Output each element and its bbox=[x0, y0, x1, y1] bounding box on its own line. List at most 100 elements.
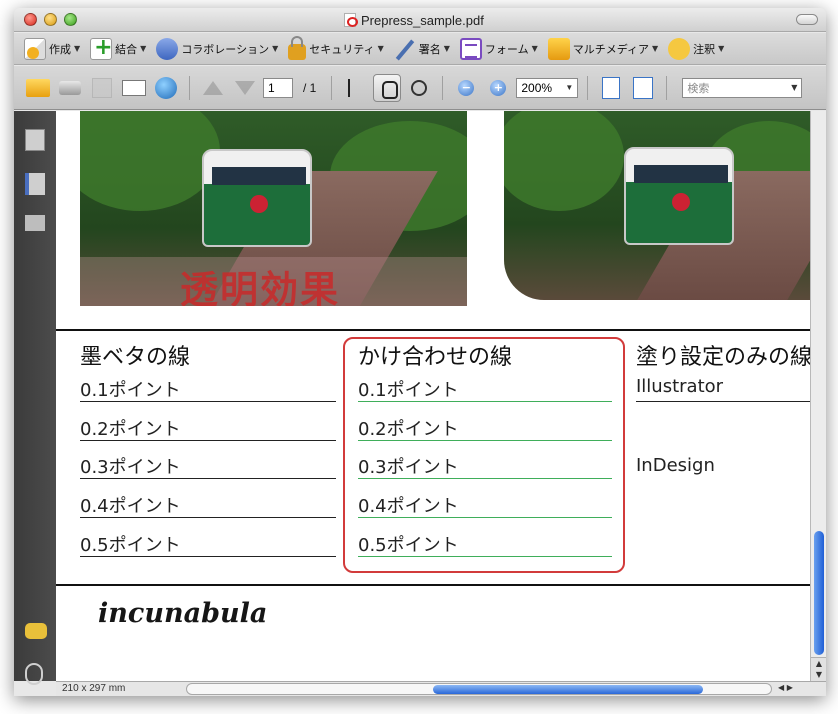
toolbar-toggle-button[interactable] bbox=[796, 14, 818, 25]
incunabula-logo: incunabula bbox=[98, 598, 268, 629]
tram-photo-rounded bbox=[504, 111, 810, 300]
pdf-file-icon bbox=[344, 13, 358, 27]
lock-icon bbox=[288, 35, 307, 60]
stroke-sample bbox=[80, 517, 336, 518]
collaborate-icon bbox=[156, 37, 179, 60]
upload-button[interactable] bbox=[152, 74, 180, 102]
column-heading-overprint: かけ合わせの線 bbox=[358, 345, 513, 370]
form-icon bbox=[459, 37, 482, 60]
zoom-out-button[interactable]: − bbox=[452, 74, 480, 102]
tram-car bbox=[624, 147, 734, 245]
zoom-in-button[interactable]: + bbox=[484, 74, 512, 102]
collaborate-label: コラボレーション bbox=[181, 42, 270, 56]
row-label: InDesign bbox=[636, 455, 715, 476]
stroke-sample bbox=[636, 401, 810, 402]
sign-menu-button[interactable]: 署名 ▼ bbox=[394, 38, 450, 60]
chevron-down-icon: ▼ bbox=[443, 44, 450, 53]
next-page-button[interactable] bbox=[231, 74, 259, 102]
page-number-input[interactable]: 1 bbox=[263, 77, 293, 98]
row-label: 0.4ポイント bbox=[80, 496, 181, 517]
row-label: 0.3ポイント bbox=[358, 457, 459, 478]
zoom-window-button[interactable] bbox=[64, 13, 77, 26]
combine-icon bbox=[90, 35, 113, 60]
stroke-sample bbox=[80, 556, 336, 557]
printer-icon bbox=[59, 80, 81, 95]
save-button[interactable] bbox=[88, 74, 116, 102]
select-tool-button[interactable] bbox=[341, 74, 369, 102]
comment-menu-button[interactable]: 注釈 ▼ bbox=[668, 37, 724, 60]
toolbar-divider bbox=[666, 75, 668, 100]
tram-emblem bbox=[672, 193, 690, 211]
tram-window bbox=[212, 167, 306, 185]
row-label: 0.3ポイント bbox=[80, 457, 181, 478]
chevron-down-icon: ▼ bbox=[565, 83, 574, 92]
document-view[interactable]: 透明効果 墨ベタの線 0.1ポイント 0.2ポイント 0.3ポイント 0.4ポイ… bbox=[56, 111, 810, 681]
transparency-effect-text: 透明効果 bbox=[180, 268, 341, 306]
text-cursor-icon bbox=[348, 78, 362, 97]
search-input[interactable]: 検索 ▼ bbox=[682, 77, 803, 98]
security-menu-button[interactable]: セキュリティ ▼ bbox=[288, 35, 384, 60]
fit-width-icon bbox=[602, 76, 621, 99]
row-label: Illustrator bbox=[636, 376, 724, 397]
fit-width-button[interactable] bbox=[597, 74, 625, 102]
row-label: 0.1ポイント bbox=[80, 380, 181, 401]
stroke-sample bbox=[80, 401, 336, 402]
status-bar: 210 x 297 mm ◀ ▶ bbox=[56, 681, 826, 696]
toolbar-divider bbox=[189, 75, 190, 100]
email-button[interactable] bbox=[120, 74, 148, 102]
scroll-arrows[interactable]: ▲ ▼ bbox=[811, 657, 826, 681]
marquee-zoom-button[interactable] bbox=[405, 74, 433, 102]
create-menu-button[interactable]: 作成 ▼ bbox=[24, 37, 80, 60]
navigation-pane bbox=[14, 111, 56, 685]
stroke-sample bbox=[358, 517, 612, 518]
zoom-level-value: 200% bbox=[521, 80, 553, 95]
row-label: 0.4ポイント bbox=[358, 496, 459, 517]
toolbar-divider bbox=[331, 75, 333, 100]
fit-page-button[interactable] bbox=[629, 74, 657, 102]
chevron-down-icon: ▼ bbox=[377, 44, 384, 53]
horizontal-scroll-thumb[interactable] bbox=[433, 685, 703, 694]
hand-tool-button[interactable] bbox=[373, 73, 402, 102]
vertical-scrollbar[interactable]: ▲ ▼ bbox=[810, 111, 826, 681]
chevron-down-icon: ▼ bbox=[272, 44, 279, 53]
horizontal-scroll-arrows[interactable]: ◀ ▶ bbox=[778, 683, 793, 692]
form-menu-button[interactable]: フォーム ▼ bbox=[459, 37, 538, 60]
globe-upload-icon bbox=[155, 76, 177, 99]
plus-icon: + bbox=[490, 79, 507, 96]
column-heading-fill-only: 塗り設定のみの線 bbox=[636, 345, 810, 370]
stroke-sample bbox=[358, 478, 612, 479]
stroke-sample bbox=[80, 440, 336, 441]
magnifier-icon bbox=[411, 79, 428, 96]
open-button[interactable] bbox=[24, 74, 52, 102]
chevron-down-icon: ▼ bbox=[140, 44, 147, 53]
zoom-level-select[interactable]: 200% ▼ bbox=[516, 77, 579, 98]
minimize-window-button[interactable] bbox=[44, 13, 57, 26]
foliage-shape bbox=[80, 111, 220, 211]
horizontal-scrollbar[interactable] bbox=[186, 683, 772, 695]
comments-panel-icon[interactable] bbox=[25, 623, 47, 639]
chevron-down-icon: ▼ bbox=[651, 44, 659, 53]
pages-panel-icon[interactable] bbox=[25, 129, 45, 151]
combine-menu-button[interactable]: 結合 ▼ bbox=[90, 35, 147, 60]
multimedia-menu-button[interactable]: マルチメディア ▼ bbox=[547, 37, 659, 60]
fit-page-icon bbox=[633, 76, 654, 99]
navigation-toolbar: 1 / 1 − + 200% ▼ 検索 ▼ bbox=[14, 66, 826, 110]
collaborate-menu-button[interactable]: コラボレーション ▼ bbox=[156, 37, 279, 60]
signatures-panel-icon[interactable] bbox=[25, 215, 45, 231]
bookmarks-panel-icon[interactable] bbox=[25, 173, 45, 195]
tram-photo-transparency: 透明効果 bbox=[80, 111, 467, 306]
stroke-sample bbox=[80, 478, 336, 479]
chevron-down-icon: ▼ bbox=[791, 83, 798, 92]
close-window-button[interactable] bbox=[24, 13, 37, 26]
attachments-paperclip-icon[interactable] bbox=[25, 663, 43, 685]
combine-label: 結合 bbox=[115, 42, 138, 56]
previous-page-button[interactable] bbox=[199, 74, 227, 102]
column-heading-solid-black: 墨ベタの線 bbox=[80, 345, 191, 370]
section-divider bbox=[56, 584, 810, 586]
toolbar-divider bbox=[587, 75, 589, 100]
print-button[interactable] bbox=[56, 74, 84, 102]
chevron-down-icon: ▼ bbox=[531, 44, 538, 53]
vertical-scroll-thumb[interactable] bbox=[814, 531, 824, 655]
form-label: フォーム bbox=[484, 42, 529, 56]
row-label: 0.5ポイント bbox=[80, 535, 181, 556]
